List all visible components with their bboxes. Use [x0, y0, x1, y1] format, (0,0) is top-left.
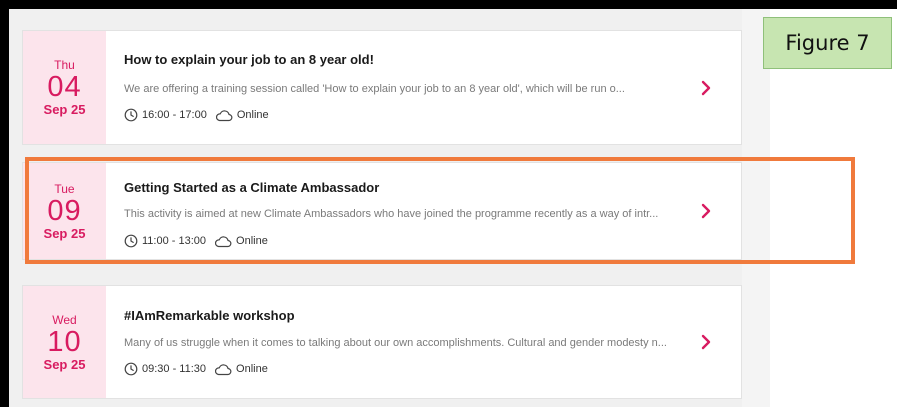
event-title[interactable]: Getting Started as a Climate Ambassador — [124, 180, 379, 195]
event-day-of-week: Wed — [52, 312, 77, 327]
event-time: 09:30 - 11:30 — [142, 363, 207, 375]
event-date: Tue 09 Sep 25 — [23, 163, 106, 259]
screenshot-border-top — [0, 0, 897, 9]
event-card[interactable]: Wed 10 Sep 25 #IAmRemarkable workshop Ma… — [22, 285, 742, 399]
event-description: Many of us struggle when it comes to tal… — [124, 337, 667, 349]
chevron-right-icon[interactable] — [699, 78, 713, 98]
event-card[interactable]: Thu 04 Sep 25 How to explain your job to… — [22, 30, 742, 145]
event-content: #IAmRemarkable workshop Many of us strug… — [124, 286, 681, 398]
event-location: Online — [236, 363, 268, 375]
event-card[interactable]: Tue 09 Sep 25 Getting Started as a Clima… — [22, 162, 742, 260]
event-title[interactable]: How to explain your job to an 8 year old… — [124, 52, 374, 67]
screenshot-border-left — [0, 0, 9, 407]
chevron-right-icon[interactable] — [699, 332, 713, 352]
cloud-icon — [214, 363, 232, 376]
event-description: We are offering a training session calle… — [124, 83, 625, 95]
event-meta: 09:30 - 11:30 Online — [124, 362, 268, 376]
event-day-of-week: Thu — [54, 58, 75, 72]
event-title[interactable]: #IAmRemarkable workshop — [124, 308, 295, 323]
event-meta: 11:00 - 13:00 Online — [124, 234, 268, 248]
clock-icon — [124, 362, 138, 376]
event-day-of-week: Tue — [54, 181, 75, 196]
event-location: Online — [236, 109, 269, 121]
event-month-year: Sep 25 — [43, 225, 86, 241]
event-month-year: Sep 25 — [43, 356, 86, 372]
event-description: This activity is aimed at new Climate Am… — [124, 208, 659, 220]
event-date: Wed 10 Sep 25 — [23, 286, 106, 398]
event-day: 04 — [47, 71, 82, 103]
event-time: 11:00 - 13:00 — [142, 235, 207, 247]
event-content: Getting Started as a Climate Ambassador … — [124, 163, 681, 259]
figure-label: Figure 7 — [763, 17, 892, 69]
event-day: 09 — [47, 194, 82, 227]
event-location: Online — [236, 235, 268, 247]
event-day: 10 — [47, 325, 82, 358]
cloud-icon — [215, 109, 233, 122]
event-meta: 16:00 - 17:00 Online — [124, 108, 269, 122]
event-month-year: Sep 25 — [43, 102, 86, 117]
chevron-right-icon[interactable] — [699, 201, 713, 221]
event-date: Thu 04 Sep 25 — [23, 31, 106, 144]
clock-icon — [124, 234, 138, 248]
event-time: 16:00 - 17:00 — [142, 109, 207, 121]
event-content: How to explain your job to an 8 year old… — [124, 31, 681, 144]
cloud-icon — [214, 235, 232, 248]
clock-icon — [124, 108, 138, 122]
